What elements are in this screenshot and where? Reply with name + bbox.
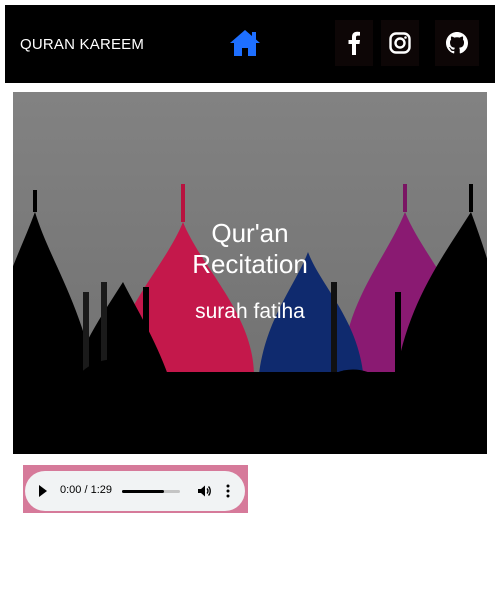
volume-icon[interactable] [197,484,211,498]
facebook-link[interactable] [335,20,373,66]
home-icon[interactable] [227,25,263,61]
audio-time: 0:00 / 1:29 [60,484,112,496]
navbar: QURAN KAREEM [5,5,495,83]
instagram-icon [389,32,411,54]
hero-title: Qur'an Recitation [13,218,487,280]
github-link[interactable] [435,20,479,66]
instagram-link[interactable] [381,20,419,66]
audio-player[interactable]: 0:00 / 1:29 [25,471,245,511]
github-icon [446,32,468,54]
brand-title[interactable]: QURAN KAREEM [20,36,144,53]
hero-title-line1: Qur'an [211,218,289,248]
more-options-icon[interactable] [225,484,231,498]
facebook-icon [348,31,360,55]
audio-progress-slider[interactable] [122,490,180,493]
audio-player-frame: 0:00 / 1:29 [23,465,248,513]
audio-progress-fill [122,490,164,493]
hero-title-line2: Recitation [192,249,308,279]
hero-banner: Qur'an Recitation surah fatiha [13,92,487,454]
play-icon[interactable] [39,485,47,497]
hero-subtitle: surah fatiha [195,300,305,323]
